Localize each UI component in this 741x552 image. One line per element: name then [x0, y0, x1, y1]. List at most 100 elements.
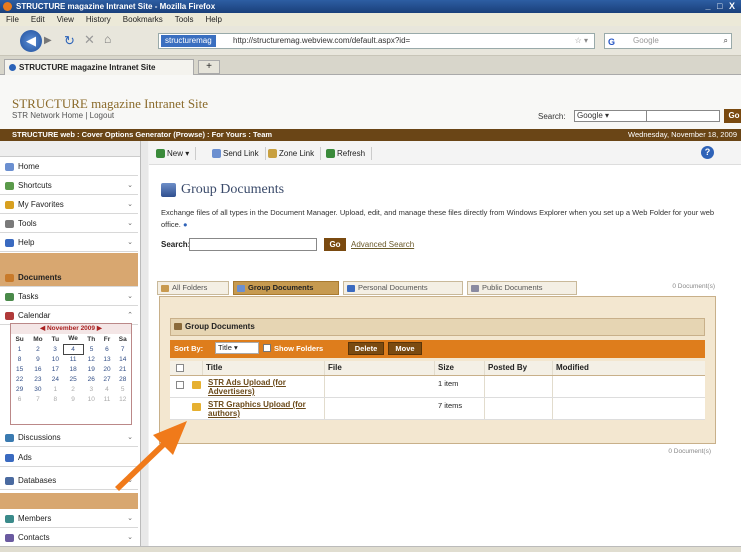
calendar-day[interactable]: 28 [114, 374, 131, 384]
calendar-day-today[interactable]: 4 [62, 343, 84, 355]
column-header-title[interactable]: Title [202, 361, 324, 375]
document-search-input[interactable] [189, 238, 317, 251]
send-link-button[interactable]: Send Link [211, 147, 266, 160]
sidebar-item-tasks[interactable]: Tasks ⌄ [0, 288, 138, 306]
calendar-day[interactable]: 30 [28, 384, 47, 394]
calendar-day[interactable]: 27 [100, 374, 115, 384]
next-month-icon[interactable]: ▶ [97, 325, 102, 332]
calendar-day[interactable]: 1 [48, 384, 63, 394]
sidebar-item-favorites[interactable]: My Favorites ⌄ [0, 196, 138, 214]
menu-help[interactable]: Help [205, 13, 221, 26]
row-checkbox[interactable] [176, 381, 184, 389]
row-title-link[interactable]: STR Ads Upload (for Advertisers) [208, 378, 328, 396]
calendar-day[interactable]: 1 [11, 344, 28, 354]
chevron-down-icon[interactable]: ⌄ [127, 215, 133, 233]
select-all-checkbox[interactable] [176, 364, 184, 372]
site-search-input[interactable] [646, 110, 720, 122]
menu-view[interactable]: View [57, 13, 74, 26]
calendar-day[interactable]: 16 [28, 364, 47, 374]
calendar-day[interactable]: 2 [28, 344, 47, 354]
info-icon[interactable]: ● [183, 220, 188, 229]
calendar-day[interactable]: 10 [48, 354, 63, 364]
menu-edit[interactable]: Edit [31, 13, 45, 26]
home-icon[interactable]: ⌂ [104, 32, 111, 46]
column-header-size[interactable]: Size [434, 361, 484, 375]
sidebar-item-members[interactable]: Members ⌄ [0, 510, 138, 528]
menu-file[interactable]: File [6, 13, 19, 26]
zone-link-button[interactable]: Zone Link [267, 147, 322, 160]
site-search-scope-select[interactable]: Google ▾ [574, 110, 650, 122]
calendar-day[interactable]: 17 [48, 364, 63, 374]
calendar-day[interactable]: 8 [11, 354, 28, 364]
calendar-day[interactable]: 25 [63, 374, 83, 384]
calendar-day[interactable]: 3 [48, 344, 63, 354]
new-button[interactable]: New ▾ [155, 147, 197, 160]
row-title-link[interactable]: STR Graphics Upload (for authors) [208, 400, 328, 418]
chevron-down-icon[interactable]: ⌄ [127, 196, 133, 214]
calendar-day[interactable]: 14 [114, 354, 131, 364]
calendar-day[interactable]: 12 [83, 354, 99, 364]
column-header-file[interactable]: File [324, 361, 434, 375]
tab-all-folders[interactable]: All Folders [157, 281, 229, 295]
calendar-day[interactable]: 7 [28, 394, 47, 404]
calendar-day[interactable]: 20 [100, 364, 115, 374]
sidebar-item-tools[interactable]: Tools ⌄ [0, 215, 138, 233]
calendar-day[interactable]: 29 [11, 384, 28, 394]
prev-month-icon[interactable]: ◀ [40, 325, 45, 332]
site-identity-label[interactable]: structuremag [161, 35, 216, 47]
tab-public-documents[interactable]: Public Documents [467, 281, 577, 295]
refresh-button[interactable]: Refresh [325, 147, 373, 160]
column-header-modified[interactable]: Modified [552, 361, 702, 375]
calendar-day[interactable]: 26 [83, 374, 99, 384]
chevron-down-icon[interactable]: ⌄ [127, 510, 133, 528]
calendar-day[interactable]: 22 [11, 374, 28, 384]
sidebar-item-home[interactable]: Home [0, 158, 138, 176]
show-folders-checkbox[interactable] [263, 344, 271, 352]
calendar-day[interactable]: 3 [83, 384, 99, 394]
reload-button[interactable]: ↻ [64, 33, 75, 49]
site-subtitle-links[interactable]: STR Network Home | Logout [12, 111, 114, 120]
bookmark-star-icon[interactable]: ☆ ▾ [575, 34, 588, 48]
forward-button[interactable]: ▶ [44, 35, 52, 46]
new-tab-button[interactable]: + [198, 60, 220, 74]
chevron-down-icon[interactable]: ⌄ [127, 288, 133, 306]
calendar-day[interactable]: 21 [114, 364, 131, 374]
calendar-day[interactable]: 19 [83, 364, 99, 374]
sort-select[interactable]: Title ▾ [215, 342, 259, 354]
calendar-day[interactable]: 9 [63, 394, 83, 404]
calendar-day[interactable]: 2 [63, 384, 83, 394]
search-icon[interactable]: ⌕ [724, 34, 728, 48]
calendar-day[interactable]: 5 [83, 344, 99, 354]
browser-search-box[interactable]: G Google ⌕ [604, 33, 732, 49]
menu-history[interactable]: History [86, 13, 111, 26]
window-controls[interactable]: _ □ X [706, 0, 737, 13]
chevron-down-icon[interactable]: ⌄ [127, 529, 133, 547]
back-button[interactable]: ◀ [20, 30, 42, 52]
menu-bookmarks[interactable]: Bookmarks [123, 13, 163, 26]
tab-group-documents[interactable]: Group Documents [233, 281, 339, 295]
sidebar-item-shortcuts[interactable]: Shortcuts ⌄ [0, 177, 138, 195]
stop-button[interactable]: ✕ [84, 32, 95, 48]
calendar-day[interactable]: 11 [63, 354, 83, 364]
calendar-day[interactable]: 4 [100, 384, 115, 394]
move-button[interactable]: Move [388, 342, 422, 355]
document-search-go-button[interactable]: Go [324, 238, 346, 251]
calendar-day[interactable]: 9 [28, 354, 47, 364]
calendar-day[interactable]: 18 [63, 364, 83, 374]
site-search-go-button[interactable]: Go [724, 109, 741, 123]
menu-tools[interactable]: Tools [175, 13, 194, 26]
calendar-day[interactable]: 6 [11, 394, 28, 404]
advanced-search-link[interactable]: Advanced Search [351, 240, 414, 249]
sidebar-item-documents[interactable]: Documents [0, 269, 138, 287]
calendar-day[interactable]: 15 [11, 364, 28, 374]
calendar-day[interactable]: 24 [48, 374, 63, 384]
column-header-posted-by[interactable]: Posted By [484, 361, 552, 375]
chevron-down-icon[interactable]: ⌄ [127, 234, 133, 252]
calendar-day[interactable]: 13 [100, 354, 115, 364]
calendar-day[interactable]: 6 [100, 344, 115, 354]
browser-tab[interactable]: STRUCTURE magazine Intranet Site [4, 59, 194, 75]
calendar-day[interactable]: 5 [114, 384, 131, 394]
calendar-day[interactable]: 8 [48, 394, 63, 404]
breadcrumb[interactable]: STRUCTURE web : Cover Options Generator … [12, 130, 272, 139]
tab-personal-documents[interactable]: Personal Documents [343, 281, 463, 295]
